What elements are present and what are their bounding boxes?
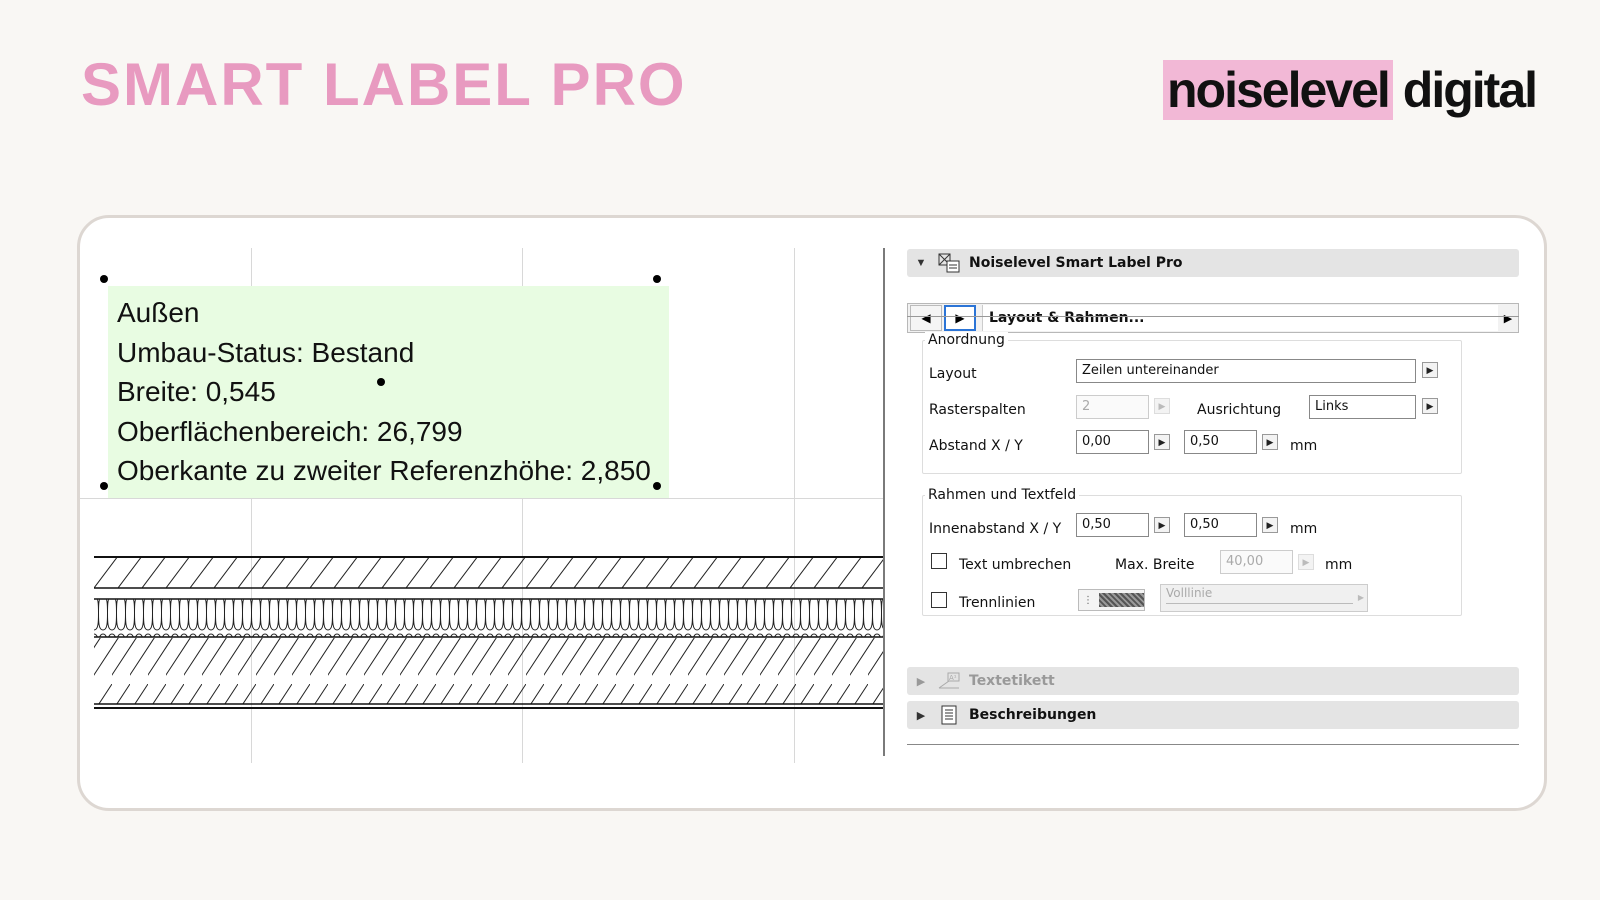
divider	[907, 316, 1519, 317]
linetype-value: Volllinie	[1166, 586, 1213, 600]
rasterspalten-arrow-icon[interactable]: ▶	[1154, 398, 1170, 414]
brand-logo: noiselevel digital	[1163, 60, 1538, 120]
label-anchor-handle[interactable]	[377, 378, 385, 386]
innenabstand-x-input[interactable]: 0,50	[1076, 513, 1149, 537]
page-title: SMART LABEL PRO	[81, 51, 687, 118]
ausrichtung-dropdown-arrow-icon[interactable]: ▶	[1422, 398, 1438, 414]
wall-section-hatch	[94, 556, 883, 709]
grid-line	[80, 498, 883, 499]
label-line-height: Oberkante zu zweiter Referenzhöhe: 2,850	[117, 455, 651, 486]
trennlinien-checkbox[interactable]	[931, 592, 947, 608]
abstand-x-arrow-icon[interactable]: ▶	[1154, 434, 1170, 450]
page-navigator: ◀ ▶ Layout & Rahmen... ▶	[907, 303, 1519, 333]
abstand-label: Abstand X / Y	[929, 438, 1023, 454]
page-selector[interactable]: Layout & Rahmen...	[982, 305, 1498, 331]
section-header-textetikett[interactable]: ▶ A¹ Textetikett	[907, 667, 1519, 695]
group-title: Anordnung	[925, 332, 1008, 348]
page-menu-arrow-icon[interactable]: ▶	[1498, 312, 1518, 325]
layout-select[interactable]: Zeilen untereinander	[1076, 359, 1416, 383]
section-title: Noiselevel Smart Label Pro	[969, 255, 1183, 271]
beschreibungen-label: Beschreibungen	[969, 707, 1097, 723]
rasterspalten-label: Rasterspalten	[929, 402, 1026, 418]
linetype-select[interactable]: Volllinie ▶	[1160, 584, 1368, 612]
expand-triangle-icon[interactable]: ▶	[907, 709, 935, 722]
smart-label[interactable]: Außen Umbau-Status: Bestand Breite: 0,54…	[108, 286, 669, 498]
innenabstand-label: Innenabstand X / Y	[929, 521, 1062, 537]
abstand-unit: mm	[1290, 438, 1318, 454]
innenabstand-y-input[interactable]: 0,50	[1184, 513, 1257, 537]
label-line-area: Oberflächenbereich: 26,799	[117, 415, 463, 447]
text-umbrechen-label: Text umbrechen	[959, 557, 1072, 573]
selection-handle[interactable]	[100, 275, 108, 283]
text-label-icon: A¹	[935, 670, 963, 692]
svg-text:A¹: A¹	[949, 674, 957, 682]
section-header-smart-label[interactable]: ▼ Noiselevel Smart Label Pro	[907, 249, 1519, 277]
label-line-width: Breite: 0,545	[117, 376, 276, 407]
trennlinien-label: Trennlinien	[959, 595, 1036, 611]
textetikett-label: Textetikett	[969, 673, 1055, 689]
selection-handle[interactable]	[100, 482, 108, 490]
innenabstand-y-arrow-icon[interactable]: ▶	[1262, 517, 1278, 533]
drawing-canvas[interactable]: Außen Umbau-Status: Bestand Breite: 0,54…	[80, 218, 883, 808]
screenshot-card: Außen Umbau-Status: Bestand Breite: 0,54…	[77, 215, 1547, 811]
prev-page-button[interactable]: ◀	[910, 305, 942, 331]
layout-label: Layout	[929, 366, 977, 382]
label-line-status: Umbau-Status: Bestand	[117, 336, 415, 368]
text-umbrechen-checkbox[interactable]	[931, 553, 947, 569]
selection-handle[interactable]	[653, 482, 661, 490]
selection-handle[interactable]	[653, 275, 661, 283]
ausrichtung-label: Ausrichtung	[1197, 402, 1282, 418]
brand-rest-text: digital	[1402, 62, 1538, 118]
expand-triangle-icon[interactable]: ▶	[907, 675, 935, 688]
abstand-y-arrow-icon[interactable]: ▶	[1262, 434, 1278, 450]
document-icon	[935, 704, 963, 726]
line-pen-picker[interactable]: ⋮	[1078, 589, 1145, 611]
settings-panel: ▼ Noiselevel Smart Label Pro ◀ ▶ Layout …	[883, 248, 1544, 756]
divider	[907, 744, 1519, 745]
innenabstand-unit: mm	[1290, 521, 1318, 537]
pen-swatch	[1099, 593, 1144, 607]
smart-label-icon	[935, 252, 963, 274]
abstand-y-input[interactable]: 0,50	[1184, 430, 1257, 454]
linetype-preview	[1166, 603, 1353, 604]
section-header-beschreibungen[interactable]: ▶ Beschreibungen	[907, 701, 1519, 729]
abstand-x-input[interactable]: 0,00	[1076, 430, 1149, 454]
max-breite-input[interactable]: 40,00	[1220, 550, 1293, 574]
label-line-location: Außen	[117, 297, 200, 328]
max-breite-arrow-icon[interactable]: ▶	[1298, 554, 1314, 570]
group-title: Rahmen und Textfeld	[925, 487, 1080, 503]
expand-triangle-icon[interactable]: ▼	[907, 257, 935, 269]
next-page-button[interactable]: ▶	[944, 305, 976, 331]
layout-dropdown-arrow-icon[interactable]: ▶	[1422, 362, 1438, 378]
max-breite-unit: mm	[1325, 557, 1353, 573]
brand-highlight-text: noiselevel	[1163, 60, 1393, 120]
linetype-arrow-icon: ▶	[1357, 593, 1364, 602]
rasterspalten-input[interactable]: 2	[1076, 395, 1149, 419]
innenabstand-x-arrow-icon[interactable]: ▶	[1154, 517, 1170, 533]
pen-dots-icon: ⋮	[1083, 594, 1093, 606]
max-breite-label: Max. Breite	[1115, 557, 1195, 573]
ausrichtung-select[interactable]: Links	[1309, 395, 1416, 419]
